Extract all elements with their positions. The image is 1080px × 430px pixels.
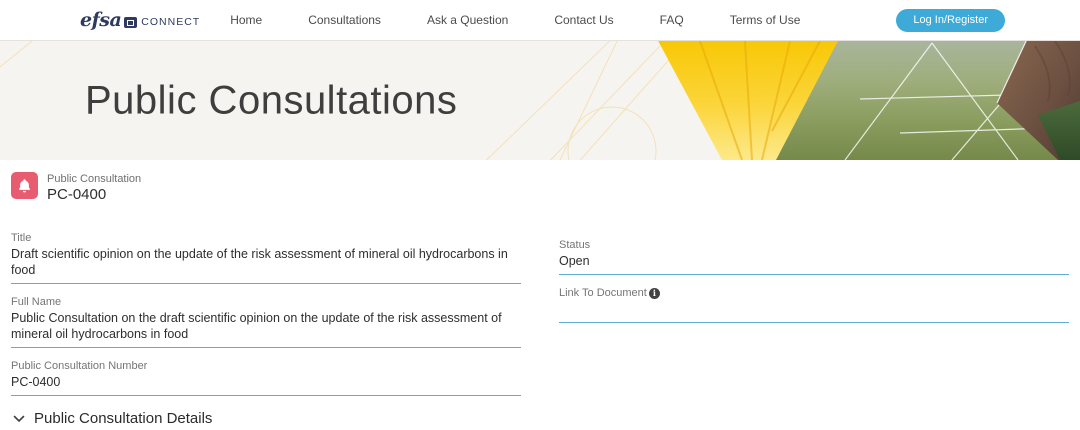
- efsa-logo-mark-icon: [124, 17, 137, 28]
- page-title: Public Consultations: [85, 78, 457, 123]
- field-link-to-document: Link To Document i: [559, 286, 1069, 323]
- record-fields-top: Title Draft scientific opinion on the up…: [11, 231, 1069, 407]
- field-link-to-document-value: [559, 301, 1069, 317]
- record-id: PC-0400: [47, 186, 141, 204]
- nav-item-terms-of-use[interactable]: Terms of Use: [730, 13, 801, 27]
- section-title: Public Consultation Details: [34, 410, 212, 427]
- nav-item-faq[interactable]: FAQ: [660, 13, 684, 27]
- fields-column-right: Status Open Link To Document i: [559, 231, 1069, 407]
- field-title: Title Draft scientific opinion on the up…: [11, 231, 521, 284]
- main-nav: Home Consultations Ask a Question Contac…: [230, 13, 800, 27]
- field-pc-number-value: PC-0400: [11, 374, 521, 390]
- nav-item-home[interactable]: Home: [230, 13, 262, 27]
- field-status: Status Open: [559, 231, 1069, 275]
- fields-column-left: Title Draft scientific opinion on the up…: [11, 231, 521, 407]
- logo-efsa-text: efsa: [80, 9, 121, 31]
- field-link-to-document-label: Link To Document i: [559, 286, 1069, 300]
- nav-item-consultations[interactable]: Consultations: [308, 13, 381, 27]
- record-type-label: Public Consultation: [47, 172, 141, 186]
- section-public-consultation-details[interactable]: Public Consultation Details: [13, 410, 1069, 427]
- bell-icon: [11, 172, 38, 199]
- top-navbar: efsa CONNECT Home Consultations Ask a Qu…: [0, 0, 1080, 41]
- login-register-button[interactable]: Log In/Register: [896, 9, 1005, 32]
- record-header: Public Consultation PC-0400: [11, 172, 1069, 204]
- record-detail-page: Public Consultation PC-0400 Title Draft …: [0, 160, 1080, 430]
- field-pc-number-label: Public Consultation Number: [11, 359, 521, 373]
- field-full-name-value: Public Consultation on the draft scienti…: [11, 310, 521, 342]
- field-full-name-label: Full Name: [11, 295, 521, 309]
- field-link-to-document-label-text: Link To Document: [559, 286, 647, 300]
- field-status-value: Open: [559, 253, 1069, 269]
- field-status-label: Status: [559, 238, 1069, 252]
- field-title-value: Draft scientific opinion on the update o…: [11, 246, 521, 278]
- field-pc-number: Public Consultation Number PC-0400: [11, 359, 521, 396]
- hero-banner: Public Consultations: [0, 41, 1080, 160]
- logo-connect-text: CONNECT: [141, 16, 200, 28]
- field-title-label: Title: [11, 231, 521, 245]
- record-meta: Public Consultation PC-0400: [47, 172, 141, 204]
- nav-item-ask-a-question[interactable]: Ask a Question: [427, 13, 508, 27]
- chevron-down-icon[interactable]: [13, 415, 25, 423]
- info-icon[interactable]: i: [649, 288, 660, 299]
- efsa-connect-logo[interactable]: efsa CONNECT: [80, 9, 200, 31]
- nav-item-contact-us[interactable]: Contact Us: [554, 13, 613, 27]
- field-full-name: Full Name Public Consultation on the dra…: [11, 295, 521, 348]
